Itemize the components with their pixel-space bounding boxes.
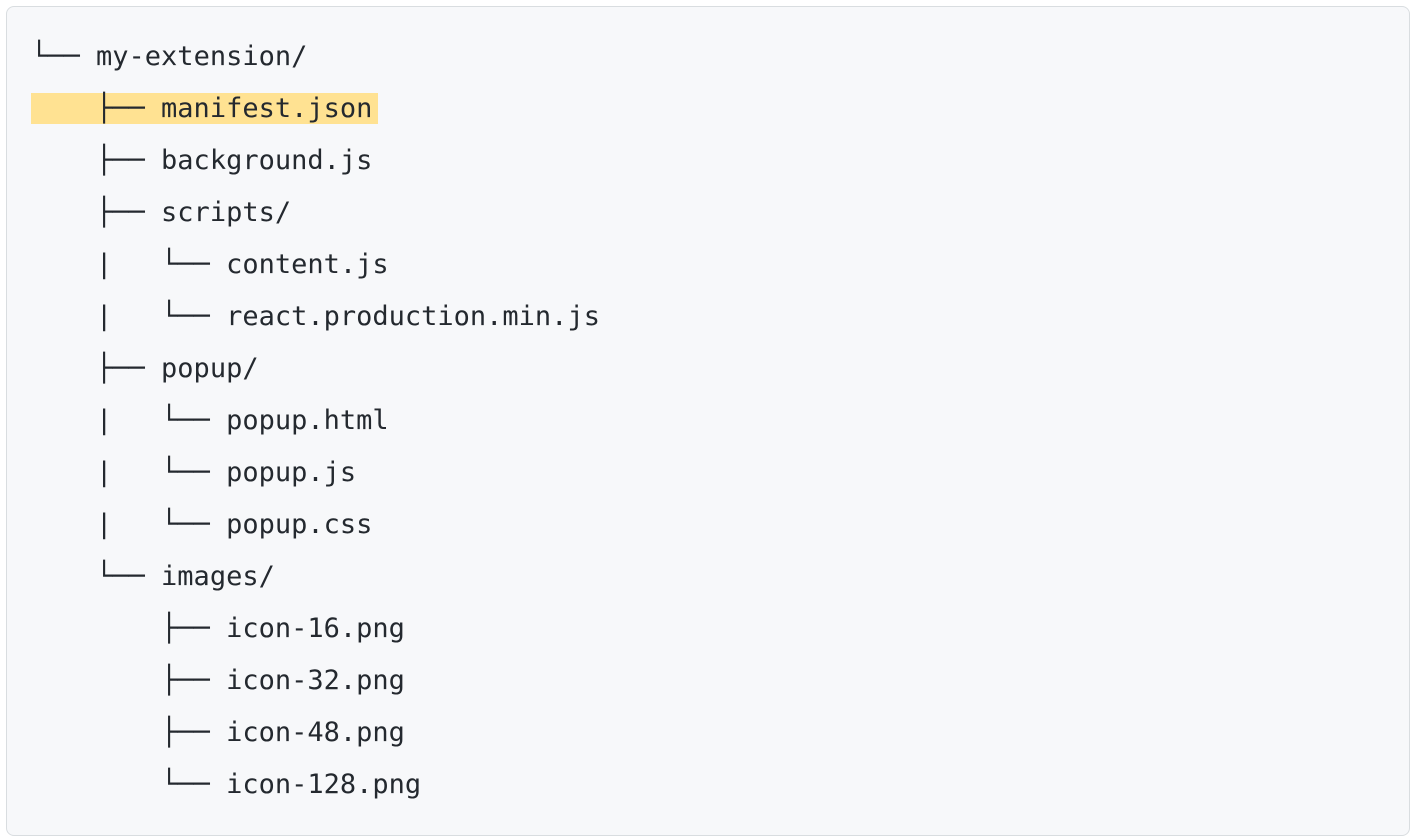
tree-prefix: ├──	[31, 353, 161, 384]
tree-prefix: ├──	[31, 717, 226, 748]
tree-entry-name: react.production.min.js	[226, 301, 600, 332]
tree-prefix: ├──	[31, 197, 161, 228]
tree-line: └── images/	[31, 551, 1385, 603]
tree-prefix: | └──	[31, 457, 226, 488]
tree-prefix: ├──	[31, 145, 161, 176]
tree-line: ├── icon-32.png	[31, 655, 1385, 707]
tree-line: ├── manifest.json	[31, 83, 1385, 135]
tree-entry-name: icon-16.png	[226, 613, 405, 644]
tree-line: | └── popup.css	[31, 499, 1385, 551]
tree-prefix: ├──	[31, 613, 226, 644]
tree-entry-name: popup/	[161, 353, 259, 384]
code-block: └── my-extension/ ├── manifest.json ├── …	[6, 6, 1410, 836]
tree-prefix: └──	[31, 769, 226, 800]
tree-prefix: ├──	[31, 665, 226, 696]
tree-line: └── my-extension/	[31, 31, 1385, 83]
tree-line: ├── scripts/	[31, 187, 1385, 239]
tree-entry-name: my-extension/	[96, 41, 307, 72]
tree-entry-name: icon-32.png	[226, 665, 405, 696]
tree-entry-name: content.js	[226, 249, 389, 280]
tree-line: └── icon-128.png	[31, 759, 1385, 811]
tree-line: | └── content.js	[31, 239, 1385, 291]
tree-entry-name: popup.css	[226, 509, 372, 540]
tree-prefix: | └──	[31, 509, 226, 540]
tree-line: | └── react.production.min.js	[31, 291, 1385, 343]
tree-prefix: └──	[31, 561, 161, 592]
tree-entry-name: popup.html	[226, 405, 389, 436]
directory-tree: └── my-extension/ ├── manifest.json ├── …	[31, 31, 1385, 811]
tree-line: ├── icon-16.png	[31, 603, 1385, 655]
tree-prefix: | └──	[31, 301, 226, 332]
tree-entry-name: manifest.json	[161, 93, 372, 124]
tree-line-highlighted: ├── manifest.json	[31, 93, 378, 124]
tree-line: ├── icon-48.png	[31, 707, 1385, 759]
tree-line: ├── background.js	[31, 135, 1385, 187]
tree-entry-name: popup.js	[226, 457, 356, 488]
tree-entry-name: images/	[161, 561, 275, 592]
tree-line: | └── popup.html	[31, 395, 1385, 447]
tree-line: | └── popup.js	[31, 447, 1385, 499]
tree-entry-name: icon-48.png	[226, 717, 405, 748]
tree-prefix: | └──	[31, 405, 226, 436]
tree-line: ├── popup/	[31, 343, 1385, 395]
tree-prefix: | └──	[31, 249, 226, 280]
tree-entry-name: icon-128.png	[226, 769, 421, 800]
tree-entry-name: scripts/	[161, 197, 291, 228]
tree-prefix: ├──	[31, 93, 161, 124]
tree-prefix: └──	[31, 41, 96, 72]
tree-entry-name: background.js	[161, 145, 372, 176]
